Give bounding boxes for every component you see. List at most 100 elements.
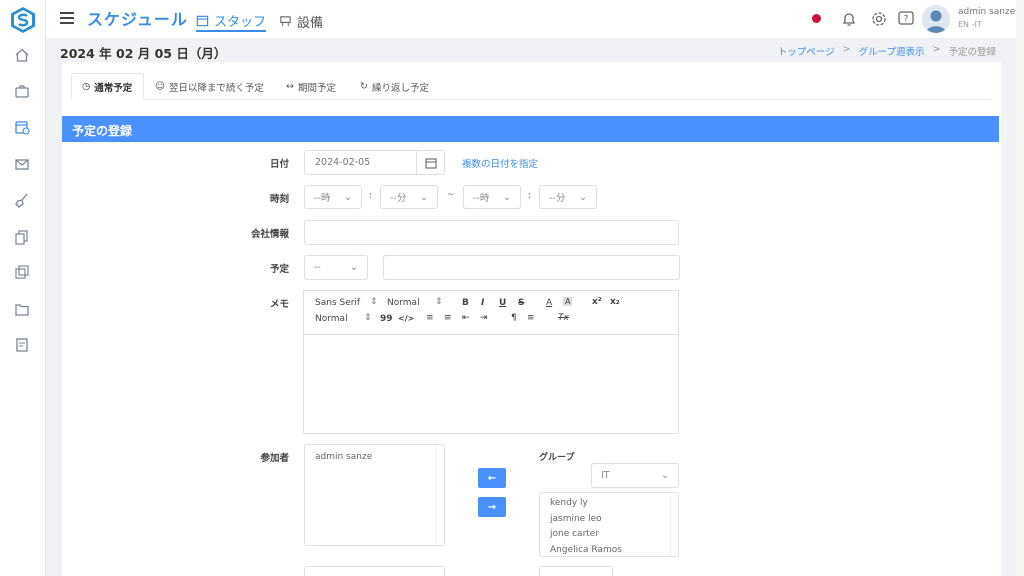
tab-equipment-label: 設備 bbox=[297, 15, 324, 31]
bold-button[interactable]: B bbox=[462, 298, 469, 308]
text-color-button[interactable]: A bbox=[546, 298, 552, 308]
size-select[interactable]: Normal bbox=[387, 298, 420, 308]
tab-overnight-label: 翌日以降まで続く予定 bbox=[168, 82, 264, 94]
mail-icon[interactable] bbox=[13, 155, 31, 173]
start-minute-value: --分 bbox=[390, 193, 407, 204]
tab-overnight[interactable]: ☺ 翌日以降まで続く予定 bbox=[145, 73, 274, 100]
briefcase-icon[interactable] bbox=[13, 82, 31, 100]
time-range-tilde: ~ bbox=[447, 190, 455, 200]
rtl-button[interactable]: ¶ bbox=[511, 313, 517, 323]
company-field[interactable] bbox=[304, 220, 679, 245]
stack-icon[interactable] bbox=[13, 263, 31, 281]
background-color-button[interactable]: A bbox=[563, 297, 573, 306]
group-members-list[interactable]: kendy ly jasmine leo jone carter Angelic… bbox=[539, 492, 679, 557]
window-scrollbar[interactable] bbox=[1016, 0, 1024, 576]
list-item[interactable]: admin sanze bbox=[305, 450, 444, 466]
chevron-down-icon: ⌄ bbox=[344, 191, 352, 203]
bell-icon[interactable] bbox=[840, 10, 858, 28]
participants-label: 参加者 bbox=[260, 453, 289, 464]
end-hour-value: --時 bbox=[473, 193, 490, 204]
broom-icon[interactable] bbox=[13, 191, 31, 209]
move-left-button[interactable]: ← bbox=[478, 468, 506, 488]
subscript-button[interactable]: x₂ bbox=[610, 297, 620, 307]
tab-equipment[interactable]: 設備 bbox=[279, 10, 323, 32]
section-title: 予定の登録 bbox=[62, 116, 999, 142]
start-hour-value: --時 bbox=[314, 193, 331, 204]
plan-title-field[interactable] bbox=[383, 255, 680, 280]
chevron-updown-icon: ⇕ bbox=[364, 313, 372, 323]
participants-list[interactable]: admin sanze bbox=[304, 444, 445, 546]
time-colon: : bbox=[369, 191, 373, 201]
breadcrumb-group-week[interactable]: グループ週表示 bbox=[859, 44, 925, 58]
chevron-down-icon: ⌄ bbox=[579, 191, 587, 203]
tab-period[interactable]: ↔ 期間予定 bbox=[276, 73, 346, 100]
tab-staff[interactable]: スタッフ bbox=[196, 10, 267, 32]
start-hour-select[interactable]: --時 ⌄ bbox=[304, 185, 362, 209]
end-hour-select[interactable]: --時 ⌄ bbox=[463, 185, 521, 209]
ordered-list-icon[interactable]: ≡ bbox=[426, 313, 434, 323]
gear-icon[interactable] bbox=[870, 10, 888, 28]
multi-date-link[interactable]: 複数の日付を指定 bbox=[462, 156, 538, 170]
memo-text-area[interactable] bbox=[304, 335, 678, 433]
editor-toolbar: Sans Serif ⇕ Normal ⇕ B I U S A A x² x₂ … bbox=[304, 291, 678, 335]
help-icon[interactable]: ? bbox=[897, 10, 915, 28]
chevron-down-icon: ⌄ bbox=[661, 470, 669, 481]
indent-icon[interactable]: ⇥ bbox=[480, 313, 488, 323]
folder-icon[interactable] bbox=[13, 300, 31, 318]
user-name[interactable]: admin sanze bbox=[958, 7, 1015, 17]
report-icon[interactable] bbox=[13, 336, 31, 354]
menu-toggle-icon[interactable] bbox=[60, 12, 74, 24]
calendar-icon bbox=[196, 15, 209, 26]
group-select[interactable]: IT ⌄ bbox=[591, 463, 679, 488]
list-item[interactable]: jasmine leo bbox=[540, 512, 678, 528]
list-item[interactable]: Angelica Ramos bbox=[540, 543, 678, 559]
calendar-picker-icon[interactable] bbox=[416, 151, 444, 174]
list-item[interactable]: jone carter bbox=[540, 527, 678, 543]
tab-normal[interactable]: ◷ 通常予定 bbox=[71, 73, 144, 100]
align-icon[interactable]: ≡ bbox=[527, 313, 535, 323]
tab-staff-label: スタッフ bbox=[214, 14, 267, 30]
range-icon: ↔ bbox=[286, 81, 294, 92]
tab-repeat-label: 繰り返し予定 bbox=[371, 82, 429, 94]
end-minute-select[interactable]: --分 ⌄ bbox=[539, 185, 597, 209]
move-right-button[interactable]: → bbox=[478, 497, 506, 517]
app-logo-icon[interactable] bbox=[10, 6, 36, 34]
strike-button[interactable]: S bbox=[518, 298, 524, 308]
tab-repeat[interactable]: ↻ 繰り返し予定 bbox=[350, 73, 439, 100]
avatar[interactable] bbox=[922, 5, 950, 33]
breadcrumb-top[interactable]: トップページ bbox=[778, 44, 835, 58]
clock-icon: ◷ bbox=[82, 81, 91, 92]
list-item[interactable]: kendy ly bbox=[540, 496, 678, 512]
scrollbar[interactable] bbox=[670, 493, 678, 556]
schedule-type-tabs: ◷ 通常予定 ☺ 翌日以降まで続く予定 ↔ 期間予定 ↻ 繰り返し予定 bbox=[71, 73, 991, 100]
underline-button[interactable]: U bbox=[499, 298, 506, 308]
chevron-down-icon: ⌄ bbox=[420, 191, 428, 203]
group-label: グループ bbox=[539, 453, 575, 463]
breadcrumb-separator: > bbox=[842, 44, 851, 55]
chevron-updown-icon: ⇕ bbox=[370, 297, 378, 307]
facility-list[interactable] bbox=[304, 566, 445, 576]
svg-text:?: ? bbox=[904, 15, 909, 25]
italic-button[interactable]: I bbox=[481, 298, 484, 308]
end-minute-value: --分 bbox=[549, 193, 566, 204]
plan-select[interactable]: -- ⌄ bbox=[304, 255, 368, 280]
calendar-clock-icon[interactable] bbox=[13, 118, 31, 136]
document-copy-icon[interactable] bbox=[13, 228, 31, 246]
font-select[interactable]: Sans Serif bbox=[315, 298, 360, 308]
schedule-form-card: ◷ 通常予定 ☺ 翌日以降まで続く予定 ↔ 期間予定 ↻ 繰り返し予定 予定の登… bbox=[62, 62, 1001, 576]
time-label: 時刻 bbox=[269, 194, 289, 205]
user-org: EN -IT bbox=[958, 20, 982, 29]
bullet-list-icon[interactable]: ≡ bbox=[444, 313, 452, 323]
clean-format-button[interactable]: Tx bbox=[558, 313, 569, 323]
facility-select[interactable] bbox=[539, 566, 613, 576]
breadcrumb-current: 予定の登録 bbox=[948, 47, 996, 58]
heading-select[interactable]: Normal bbox=[315, 314, 348, 324]
start-minute-select[interactable]: --分 ⌄ bbox=[380, 185, 438, 209]
superscript-button[interactable]: x² bbox=[592, 297, 602, 307]
scrollbar[interactable] bbox=[436, 445, 444, 545]
quote-button[interactable]: 99 bbox=[380, 314, 393, 324]
equipment-icon bbox=[280, 15, 291, 26]
code-button[interactable]: </> bbox=[398, 314, 414, 323]
home-icon[interactable] bbox=[13, 46, 31, 64]
outdent-icon[interactable]: ⇤ bbox=[462, 313, 470, 323]
